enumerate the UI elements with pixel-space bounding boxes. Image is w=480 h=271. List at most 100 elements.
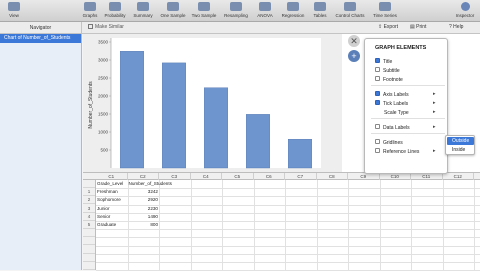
column-header[interactable]: C3 <box>159 173 191 180</box>
checkbox[interactable] <box>375 58 380 64</box>
chart-close-button[interactable]: ✕ <box>348 35 360 47</box>
toolbar-resampling[interactable]: Resampling <box>220 0 252 22</box>
option-label: Reference Lines <box>383 149 420 155</box>
make-similar-button[interactable]: Make Similar <box>88 24 124 30</box>
chart-area[interactable]: 500 1000 1500 2000 2500 3000 3500 Number_of_Stu… <box>83 34 342 172</box>
checkbox[interactable] <box>375 148 380 154</box>
toolbar-summary[interactable]: Summary <box>129 0 157 22</box>
column-header[interactable]: C1 <box>96 173 128 180</box>
toolbar-probability[interactable]: Probability <box>102 0 128 22</box>
add-element-button[interactable]: + <box>348 50 360 62</box>
cell-number-of-students[interactable]: 2920 <box>128 196 160 204</box>
submenu-item-inside[interactable]: Inside <box>447 146 474 154</box>
y-tick-label: 2500 <box>98 76 109 81</box>
cell-number-of-students[interactable]: 800 <box>128 221 160 229</box>
cell-grade-level[interactable]: Graduate <box>96 221 128 229</box>
row-header[interactable] <box>83 229 95 238</box>
row-header[interactable]: 3 <box>83 205 95 213</box>
two-sample-icon <box>198 2 210 11</box>
anova-icon <box>259 2 271 11</box>
option-label: Axis Labels <box>383 92 409 98</box>
column-name-grade-level[interactable]: Grade_Level <box>96 180 128 188</box>
toolbar-inspector[interactable]: Inspector <box>452 0 478 22</box>
cell-number-of-students[interactable]: 2230 <box>128 205 160 213</box>
cell-grade-level[interactable]: Senior <box>96 213 128 221</box>
toolbar-view[interactable]: View <box>2 0 26 22</box>
option-label: Gridlines <box>383 140 403 146</box>
chevron-right-icon: ▸ <box>433 109 436 115</box>
control-charts-icon <box>344 2 356 11</box>
option-axis-labels[interactable]: Axis Labels <box>375 91 409 99</box>
option-scale-type[interactable]: Scale Type <box>375 109 409 117</box>
grid-divider <box>379 180 381 270</box>
inspector-icon <box>460 2 470 11</box>
resampling-icon <box>230 2 242 11</box>
y-tick-label: 3500 <box>98 40 109 45</box>
column-header[interactable]: C5 <box>222 173 254 180</box>
option-title[interactable]: Title <box>375 58 392 66</box>
column-header[interactable]: C8 <box>317 173 348 180</box>
grid-divider <box>96 245 480 247</box>
column-header[interactable]: C7 <box>285 173 317 180</box>
grid-divider <box>348 180 349 270</box>
checkbox[interactable] <box>375 91 380 97</box>
column-header[interactable]: C6 <box>254 173 285 180</box>
column-header[interactable]: C2 <box>128 173 159 180</box>
help-button[interactable]: ? Help <box>449 24 463 30</box>
toolbar-one-sample[interactable]: One Sample <box>158 0 188 22</box>
row-header[interactable]: 1 <box>83 188 95 197</box>
toolbar-control-charts[interactable]: Control Charts <box>332 0 368 22</box>
grid-divider <box>190 180 192 270</box>
column-header[interactable]: C10 <box>380 173 411 180</box>
row-header[interactable]: 4 <box>83 213 95 221</box>
print-button[interactable]: ▤ Print <box>410 24 426 30</box>
grid-divider <box>96 253 480 255</box>
column-header[interactable]: C4 <box>191 173 222 180</box>
checkbox[interactable] <box>375 124 380 130</box>
row-header[interactable] <box>83 246 95 254</box>
view-icon <box>8 2 20 11</box>
toolbar-two-sample[interactable]: Two Sample <box>189 0 219 22</box>
toolbar-regression[interactable]: Regression <box>278 0 308 22</box>
column-header[interactable]: C12 <box>443 173 474 180</box>
bar-chart: 500 1000 1500 2000 2500 3000 3500 Number_of_Stu… <box>88 38 321 169</box>
row-header[interactable] <box>83 237 95 246</box>
grid-divider <box>96 229 480 231</box>
row-header[interactable]: 2 <box>83 196 95 205</box>
cell-number-of-students[interactable]: 1490 <box>128 213 160 221</box>
option-reference-lines[interactable]: Reference Lines <box>375 148 419 156</box>
export-button[interactable]: ⇪ Export <box>378 24 398 30</box>
tables-icon <box>314 2 326 11</box>
cell-grade-level[interactable]: Sophomore <box>96 196 128 204</box>
cell-grade-level[interactable]: Freshman <box>96 188 128 196</box>
option-tick-labels[interactable]: Tick Labels <box>375 100 408 108</box>
cell-grade-level[interactable]: Junior <box>96 205 128 213</box>
row-header[interactable] <box>83 180 95 188</box>
option-data-labels[interactable]: Data Labels <box>375 124 410 132</box>
cell-number-of-students[interactable]: 3242 <box>128 188 160 196</box>
checkbox[interactable] <box>375 139 380 145</box>
option-footnote[interactable]: Footnote <box>375 76 403 84</box>
option-gridlines[interactable]: Gridlines <box>375 139 403 147</box>
toolbar-tables[interactable]: Tables <box>309 0 331 22</box>
checkbox[interactable] <box>375 100 380 106</box>
copy-icon <box>88 24 93 30</box>
column-header[interactable]: C9 <box>348 173 380 180</box>
chevron-right-icon: ▸ <box>433 148 436 154</box>
row-header[interactable] <box>83 262 95 270</box>
navigator-item-chart[interactable]: Chart of Number_of_Students <box>0 34 81 43</box>
row-header[interactable] <box>83 254 95 262</box>
checkbox[interactable] <box>375 67 380 73</box>
checkbox[interactable] <box>375 76 380 82</box>
toolbar-anova[interactable]: ANOVA <box>253 0 277 22</box>
toolbar-graphs[interactable]: Graphs <box>79 0 101 22</box>
column-header[interactable]: C11 <box>411 173 443 180</box>
submenu-item-outside[interactable]: Outside <box>447 137 474 145</box>
column-name-number-of-students[interactable]: Number_of_Students <box>128 180 172 188</box>
y-tick-label: 500 <box>100 148 108 153</box>
option-subtitle[interactable]: Subtitle <box>375 67 400 75</box>
close-icon: ✕ <box>350 36 358 46</box>
export-icon: ⇪ <box>378 24 383 30</box>
row-header[interactable]: 5 <box>83 221 95 229</box>
toolbar-time-series[interactable]: Time Series <box>369 0 401 22</box>
